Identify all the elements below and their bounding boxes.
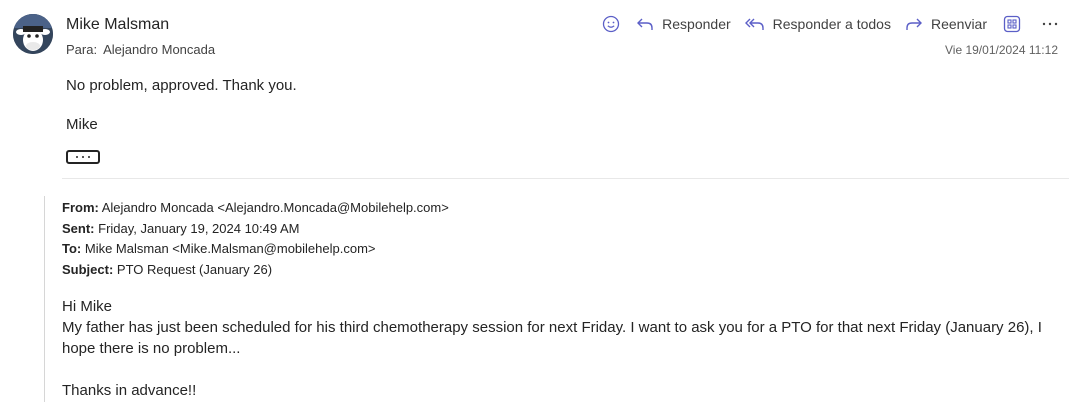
quoted-subject-row: Subject: PTO Request (January 26) <box>62 260 449 281</box>
quoted-body: My father has just been scheduled for hi… <box>62 319 1042 357</box>
apps-icon[interactable] <box>1001 13 1023 35</box>
reply-icon <box>637 18 653 30</box>
quoted-greeting: Hi Mike <box>62 298 113 315</box>
show-quoted-button[interactable] <box>66 150 100 164</box>
quoted-closing: Thanks in advance!! <box>62 382 197 399</box>
reply-all-icon <box>744 18 764 30</box>
quoted-message: Hi Mike My father has just been schedule… <box>62 296 1057 401</box>
sender-name[interactable]: Mike Malsman <box>66 16 169 34</box>
body-text: No problem, approved. Thank you. <box>66 77 297 94</box>
quoted-sent-row: Sent: Friday, January 19, 2024 10:49 AM <box>62 219 449 240</box>
forward-label: Reenviar <box>930 16 987 32</box>
forward-icon <box>906 18 922 30</box>
message-date: Vie 19/01/2024 11:12 <box>945 43 1058 57</box>
to-label: Para: <box>66 42 98 57</box>
quoted-sent-label: Sent: <box>62 220 95 236</box>
avatar[interactable] <box>13 14 53 54</box>
quoted-sent-value: Friday, January 19, 2024 10:49 AM <box>98 220 300 236</box>
reply-all-label: Responder a todos <box>772 16 891 32</box>
recipient-name[interactable]: Alejandro Moncada <box>103 42 215 57</box>
divider <box>62 178 1069 179</box>
signature: Mike <box>66 116 98 133</box>
cow-avatar-icon <box>13 14 53 54</box>
message-body: No problem, approved. Thank you. Mike <box>66 77 297 133</box>
quoted-header: From: Alejandro Moncada <Alejandro.Monca… <box>62 198 449 280</box>
quoted-to-label: To: <box>62 241 82 256</box>
reply-all-button[interactable]: Responder a todos <box>744 16 891 32</box>
quoted-to-row: To: Mike Malsman <Mike.Malsman@mobilehel… <box>62 239 449 260</box>
quoted-from-value: Alejandro Moncada <Alejandro.Moncada@Mob… <box>101 200 449 215</box>
quoted-subject-value: PTO Request (January 26) <box>116 261 273 277</box>
reply-label: Responder <box>662 16 731 32</box>
more-icon[interactable] <box>1039 13 1061 35</box>
quoted-to-value: Mike Malsman <Mike.Malsman@mobilehelp.co… <box>84 241 376 256</box>
reply-button[interactable]: Responder <box>636 16 731 32</box>
smiley-icon[interactable] <box>600 13 622 35</box>
quoted-from-row: From: Alejandro Moncada <Alejandro.Monca… <box>62 198 449 219</box>
quoted-subject-label: Subject: <box>62 261 114 277</box>
recipient-line: Para: Alejandro Moncada <box>66 42 215 57</box>
forward-button[interactable]: Reenviar <box>905 16 987 32</box>
message-toolbar: Responder Responder a todos Reenviar <box>600 12 1061 36</box>
quote-bar <box>44 196 45 402</box>
quoted-from-label: From: <box>62 200 99 215</box>
